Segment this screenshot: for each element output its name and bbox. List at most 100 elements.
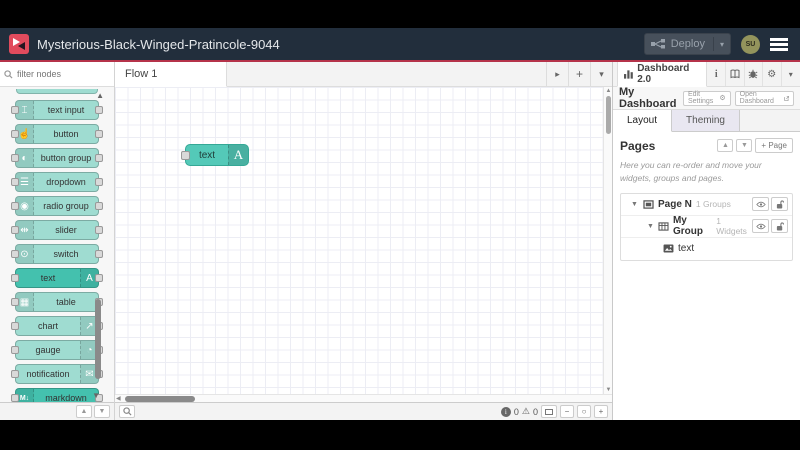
canvas-vertical-scrollbar[interactable]: ▲ ▼: [603, 87, 612, 394]
scroll-left-icon[interactable]: ◀: [116, 395, 121, 402]
flow-tab[interactable]: Flow 1: [115, 62, 227, 87]
deploy-button[interactable]: Deploy ▾: [643, 33, 731, 55]
palette-filter-input[interactable]: [17, 69, 97, 79]
palette-node-table[interactable]: ▦ table: [11, 292, 103, 312]
node-input-port[interactable]: [181, 151, 190, 160]
canvas-horizontal-scrollbar[interactable]: ◀: [115, 394, 612, 402]
palette-node-label: chart: [37, 321, 58, 331]
zoom-out-button[interactable]: −: [560, 405, 574, 418]
palette-node-slider[interactable]: ⇹ slider: [11, 220, 103, 240]
book-icon: [730, 69, 740, 79]
zoom-reset-button[interactable]: ○: [577, 405, 591, 418]
node-port: [11, 322, 19, 330]
move-down-button[interactable]: ▼: [736, 139, 753, 152]
palette-node-markdown[interactable]: M↓ markdown: [11, 388, 103, 402]
horizontal-scrollbar-thumb[interactable]: [125, 396, 195, 402]
add-page-button[interactable]: + Page: [755, 138, 793, 153]
canvas-statusbar: i 0 ⚠ 0 − ○ +: [115, 402, 612, 420]
palette-node-label: slider: [55, 225, 77, 235]
palette-scroll-up-icon[interactable]: ▲: [96, 91, 104, 100]
node-port: [11, 298, 19, 306]
vertical-scrollbar-thumb[interactable]: [606, 96, 611, 134]
palette-node-gauge[interactable]: ◔ gauge: [11, 340, 103, 360]
tab-info[interactable]: i: [707, 62, 726, 86]
layout-tab-label: Layout: [627, 115, 658, 126]
canvas-search-button[interactable]: [119, 405, 135, 418]
sidebar-tab-label: Dashboard 2.0: [637, 63, 690, 85]
node-port: [95, 106, 103, 114]
node-port: [95, 274, 103, 282]
palette-node-chart[interactable]: ↗ chart: [11, 316, 103, 336]
node-port: [95, 154, 103, 162]
node-port: [95, 250, 103, 258]
node-port: [11, 154, 19, 162]
palette-scrollbar-thumb[interactable]: [95, 299, 101, 379]
zoom-in-button[interactable]: +: [594, 405, 608, 418]
search-icon: [4, 69, 13, 79]
chevron-down-icon[interactable]: ▼: [647, 223, 654, 230]
pages-title: Pages: [620, 138, 656, 153]
scroll-down-icon[interactable]: ▼: [605, 387, 612, 393]
chevron-down-icon[interactable]: ▼: [631, 201, 639, 208]
tab-config[interactable]: ⚙: [763, 62, 782, 86]
palette-collapse-down-button[interactable]: ▼: [94, 405, 110, 418]
tab-list-button[interactable]: ▸: [546, 62, 568, 86]
user-avatar[interactable]: SU: [741, 34, 760, 54]
palette-node-label: radio group: [43, 201, 89, 211]
flow-canvas[interactable]: text A ▲ ▼: [115, 87, 612, 394]
scroll-up-icon[interactable]: ▲: [605, 88, 612, 94]
visibility-toggle-button[interactable]: [752, 197, 769, 211]
palette-node-button-group[interactable]: ◐ button group: [11, 148, 103, 168]
lock-toggle-button[interactable]: [771, 219, 788, 233]
palette-scroll-down-icon[interactable]: ▼: [92, 391, 100, 400]
dashboard-header: My Dashboard Edit Settings ⚙ Open Dashbo…: [613, 86, 800, 110]
node-port: [95, 178, 103, 186]
palette-node-button[interactable]: ☝ button: [11, 124, 103, 144]
tree-item-meta: 1 Groups: [695, 199, 731, 209]
tree-row-my-group[interactable]: ▼ My Group 1 Widgets: [621, 215, 792, 238]
canvas-node-text[interactable]: text A: [181, 144, 249, 166]
palette-node-label: table: [56, 297, 76, 307]
palette-node-label: text input: [47, 105, 85, 115]
palette-node-label: button: [53, 129, 79, 139]
edit-settings-button[interactable]: Edit Settings ⚙: [683, 90, 731, 106]
external-link-icon: [783, 95, 789, 101]
open-dashboard-button[interactable]: Open Dashboard: [734, 90, 794, 106]
tab-layout[interactable]: Layout: [613, 110, 673, 132]
palette-node-label: dropdown: [46, 177, 86, 187]
palette-node-radio-group[interactable]: ◉ radio group: [11, 196, 103, 216]
flow-tab-label: Flow 1: [125, 68, 158, 80]
add-flow-button[interactable]: +: [568, 62, 590, 86]
tab-help[interactable]: [726, 62, 745, 86]
palette-node-switch[interactable]: ⊙ switch: [11, 244, 103, 264]
visibility-toggle-button[interactable]: [752, 219, 769, 233]
tab-menu-button[interactable]: ▾: [590, 62, 612, 86]
palette-node-notification[interactable]: ✉ notification: [11, 364, 103, 384]
tree-item-label: My Group: [672, 215, 703, 237]
tree-row-page-n[interactable]: ▼ Page N1 Groups: [621, 194, 792, 216]
image-icon: [663, 244, 674, 253]
unlock-icon: [776, 199, 784, 208]
palette-scroll-area[interactable]: ⌶ text input ☝ button ◐ button group ☰ dropdown…: [0, 87, 114, 402]
tree-row-text[interactable]: text: [621, 238, 792, 260]
warning-count: 0: [532, 406, 538, 417]
deploy-dropdown-icon[interactable]: ▾: [720, 40, 724, 49]
theming-tab-label: Theming: [686, 115, 725, 126]
sidebar-tab-bar: Dashboard 2.0 i ⚙ ▾: [613, 62, 800, 87]
sidebar-menu-button[interactable]: ▾: [782, 62, 800, 86]
lock-toggle-button[interactable]: [771, 197, 788, 211]
tab-dashboard-2[interactable]: Dashboard 2.0: [617, 62, 708, 87]
node-port: [11, 106, 19, 114]
palette-node-text[interactable]: Atext: [11, 268, 103, 288]
dashboard-sidebar: Dashboard 2.0 i ⚙ ▾ My Dashboard Edit Se…: [612, 62, 800, 420]
palette-collapse-up-button[interactable]: ▲: [76, 405, 92, 418]
tab-debug[interactable]: [745, 62, 764, 86]
tab-theming[interactable]: Theming: [672, 110, 740, 131]
palette-node-dropdown[interactable]: ☰ dropdown: [11, 172, 103, 192]
main-menu-button[interactable]: [770, 37, 788, 51]
layout-theming-tabs: Layout Theming: [613, 110, 800, 132]
palette-search[interactable]: [0, 62, 114, 87]
minimap-toggle-button[interactable]: [541, 405, 557, 418]
move-up-button[interactable]: ▲: [717, 139, 734, 152]
palette-node-text-input[interactable]: ⌶ text input: [11, 100, 103, 120]
